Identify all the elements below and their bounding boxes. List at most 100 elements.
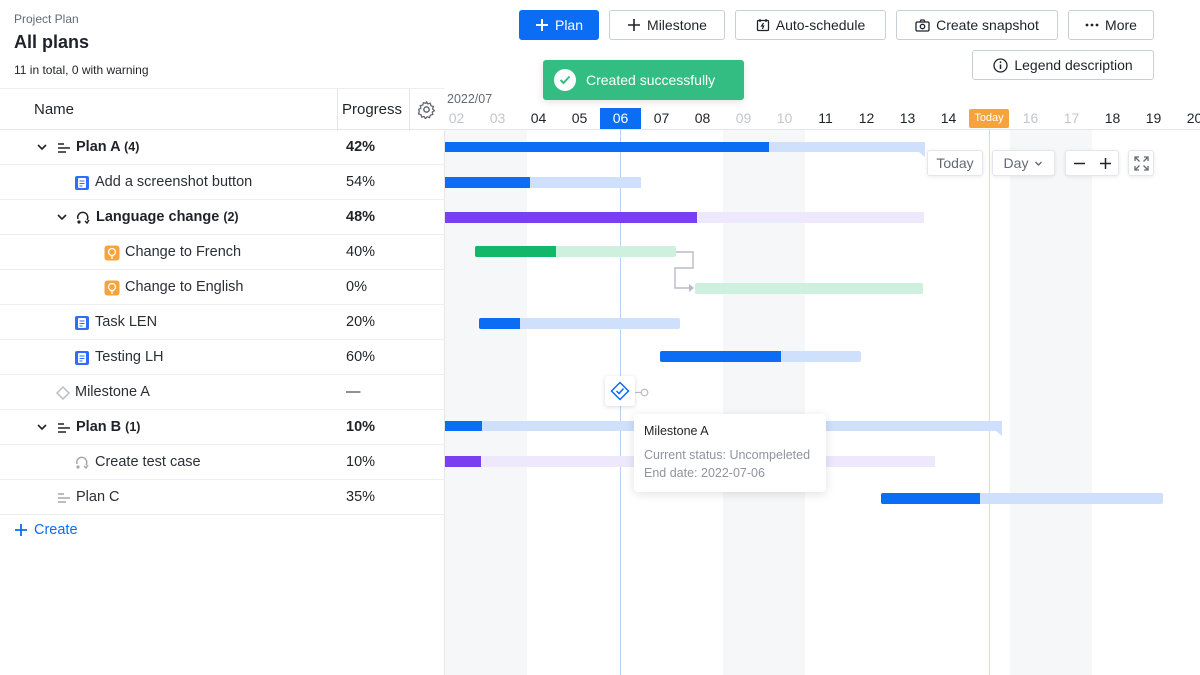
day-cell: 08 [694,110,711,126]
table-row-language-change[interactable]: Language change (2) 48% [0,200,445,235]
day-cell: 17 [1063,110,1080,126]
chevron-down-icon[interactable] [56,211,68,223]
today-line [989,130,990,675]
row-label: Milestone A [75,384,150,400]
create-label: Create [34,522,78,538]
row-progress: 20% [346,314,376,330]
row-label: Plan C [76,489,120,505]
scale-select[interactable]: Day [992,150,1055,176]
column-divider[interactable] [337,89,338,131]
row-progress: 48% [346,209,376,225]
gantt-bar-progress [445,421,482,431]
chevron-down-icon[interactable] [36,421,48,433]
success-toast: Created successfully [543,60,744,100]
gantt-bar-progress [445,456,481,467]
month-label: 2022/07 [447,92,493,106]
legend-description-button[interactable]: Legend description [972,50,1154,80]
milestone-link-handle[interactable] [635,388,649,397]
plus-icon [15,524,27,536]
plan-summary: 11 in total, 0 with warning [14,63,149,77]
zoom-out-button[interactable] [1066,157,1092,170]
chevron-down-icon[interactable] [36,141,48,153]
row-label: Add a screenshot button [95,174,253,190]
dependency-arrow [674,251,694,292]
page-title: All plans [14,32,90,52]
more-button[interactable]: More [1068,10,1154,40]
more-label: More [1105,17,1137,33]
day-cell: 11 [818,110,833,126]
table-row-testing-lh[interactable]: Testing LH 60% [0,340,445,375]
toast-message: Created successfully [586,72,716,88]
row-progress: — [346,384,361,400]
gantt-bar-progress [445,212,697,223]
breadcrumb[interactable]: Project Plan [14,12,79,26]
idea-icon [104,280,120,296]
scale-select-value: Day [1003,155,1029,171]
gantt-bar-progress [479,318,520,329]
add-milestone-button[interactable]: Milestone [609,10,725,40]
auto-schedule-label: Auto-schedule [775,17,866,33]
column-header-name[interactable]: Name [34,101,74,118]
plan-group-icon [58,143,70,153]
milestone-marker[interactable] [605,376,635,406]
gantt-bar-progress [445,142,769,152]
plan-table: Name Progress Plan A (4) 42% Add a scree… [0,88,445,675]
ellipsis-icon [1085,23,1099,27]
day-cell-selected[interactable]: 06 [600,108,641,129]
column-header-progress[interactable]: Progress [342,101,402,118]
row-progress: 35% [346,489,376,505]
tooltip-status: Current status: Uncompeleted [644,448,811,462]
table-row-milestone-a[interactable]: Milestone A — [0,375,445,410]
row-label: Language change (2) [96,209,239,225]
row-label: Plan A (4) [76,139,140,155]
zoom-controls [1065,150,1119,176]
fullscreen-button[interactable] [1128,150,1154,176]
group-bar-end [915,142,925,157]
gantt-bar-progress [475,246,556,257]
column-divider[interactable] [409,89,410,131]
plus-icon [628,19,641,31]
zoom-in-button[interactable] [1092,157,1118,170]
gantt-bar-change-to-english[interactable] [695,283,923,294]
plan-group-icon [58,493,70,503]
day-cell: 19 [1145,110,1162,126]
day-header: 02 03 04 05 06 07 08 09 10 11 12 13 14 1… [445,108,1200,130]
day-cell: 18 [1104,110,1121,126]
milestone-diamond-icon [56,386,70,400]
add-plan-label: Plan [554,17,584,33]
plus-icon [1099,157,1111,169]
create-snapshot-button[interactable]: Create snapshot [896,10,1058,40]
day-cell: 20 [1186,110,1200,126]
task-icon [75,351,89,365]
check-circle-icon [554,69,576,91]
weekend-shade [1010,130,1092,675]
day-cell: 03 [489,110,506,126]
task-icon [75,316,89,330]
add-milestone-label: Milestone [647,17,707,33]
table-row-change-to-french[interactable]: Change to French 40% [0,235,445,270]
camera-icon [915,18,930,32]
today-button[interactable]: Today [927,150,983,176]
calendar-bolt-icon [756,19,769,32]
row-progress: 42% [346,139,376,155]
table-row-add-screenshot[interactable]: Add a screenshot button 54% [0,165,445,200]
table-row-plan-c[interactable]: Plan C 35% [0,480,445,515]
gear-icon[interactable] [417,100,436,119]
table-row-plan-a[interactable]: Plan A (4) 42% [0,130,445,165]
row-label: Task LEN [95,314,158,330]
day-cell: 10 [776,110,793,126]
day-cell: 13 [899,110,916,126]
fullscreen-icon [1133,155,1149,171]
table-row-create-test-case[interactable]: Create test case 10% [0,445,445,480]
table-row-plan-b[interactable]: Plan B (1) 10% [0,410,445,445]
auto-schedule-button[interactable]: Auto-schedule [735,10,886,40]
minus-icon [1073,162,1085,164]
table-row-task-len[interactable]: Task LEN 20% [0,305,445,340]
gantt-timeline: 2022/07 02 03 04 05 06 07 08 09 10 11 12… [445,88,1200,675]
add-plan-button[interactable]: Plan [519,10,599,40]
requirement-icon [76,211,90,225]
create-button[interactable]: Create [14,522,78,538]
table-row-change-to-english[interactable]: Change to English 0% [0,270,445,305]
row-progress: 10% [346,454,376,470]
table-header: Name Progress [0,88,445,131]
